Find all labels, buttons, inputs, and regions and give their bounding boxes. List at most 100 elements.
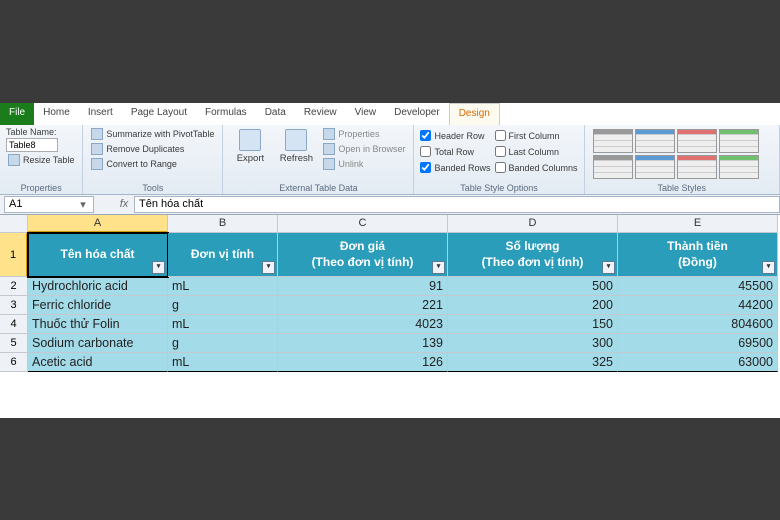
convert-range-button[interactable]: Convert to Range	[89, 157, 216, 171]
group-external: Export Refresh Properties Open in Browse…	[223, 125, 414, 194]
tab-file[interactable]: File	[0, 103, 34, 125]
tab-insert[interactable]: Insert	[79, 103, 122, 125]
header-cell-c[interactable]: Đơn giá(Theo đơn vị tính)▾	[278, 233, 448, 277]
style-thumb[interactable]	[635, 155, 675, 179]
tab-formulas[interactable]: Formulas	[196, 103, 256, 125]
cell[interactable]: g	[168, 334, 278, 353]
checkbox-icon[interactable]	[495, 130, 506, 141]
table-name-label: Table Name:	[6, 127, 76, 137]
header-cell-e[interactable]: Thành tiền(Đồng)▾	[618, 233, 778, 277]
header-cell-b[interactable]: Đơn vị tính▾	[168, 233, 278, 277]
row-header-4[interactable]: 4	[0, 315, 28, 334]
formula-input[interactable]: Tên hóa chất	[134, 196, 780, 213]
opt-banded-rows[interactable]: Banded Rows	[420, 161, 490, 175]
cell[interactable]: 45500	[618, 277, 778, 296]
header-cell-d[interactable]: Số lượng(Theo đơn vị tính)▾	[448, 233, 618, 277]
col-header-a[interactable]: A	[28, 215, 168, 233]
unlink-button[interactable]: Unlink	[321, 157, 407, 171]
tab-review[interactable]: Review	[295, 103, 346, 125]
row-header-1[interactable]: 1	[0, 233, 28, 277]
cell[interactable]: 4023	[278, 315, 448, 334]
chevron-down-icon[interactable]: ▾	[77, 198, 89, 211]
ext-properties-button[interactable]: Properties	[321, 127, 407, 141]
checkbox-icon[interactable]	[420, 162, 431, 173]
col-header-e[interactable]: E	[618, 215, 778, 233]
style-thumb[interactable]	[719, 155, 759, 179]
checkbox-icon[interactable]	[495, 162, 506, 173]
cell[interactable]: 91	[278, 277, 448, 296]
cell[interactable]: g	[168, 296, 278, 315]
tab-data[interactable]: Data	[256, 103, 295, 125]
checkbox-icon[interactable]	[420, 146, 431, 157]
opt-header-row[interactable]: Header Row	[420, 129, 490, 143]
fx-icon[interactable]: fx	[114, 198, 134, 210]
tab-developer[interactable]: Developer	[385, 103, 449, 125]
tab-view[interactable]: View	[346, 103, 386, 125]
table-name-input[interactable]	[6, 138, 58, 152]
row-header-6[interactable]: 6	[0, 353, 28, 372]
cell[interactable]: mL	[168, 315, 278, 334]
cell[interactable]: 804600	[618, 315, 778, 334]
cell[interactable]: Acetic acid	[28, 353, 168, 372]
filter-button[interactable]: ▾	[432, 261, 445, 274]
filter-button[interactable]: ▾	[152, 261, 165, 274]
cell[interactable]: Ferric chloride	[28, 296, 168, 315]
group-title-external: External Table Data	[229, 182, 407, 194]
style-thumb[interactable]	[677, 129, 717, 153]
checkbox-icon[interactable]	[420, 130, 431, 141]
style-thumb[interactable]	[677, 155, 717, 179]
group-title-styles: Table Styles	[591, 182, 773, 194]
cell[interactable]: 221	[278, 296, 448, 315]
worksheet-grid[interactable]: A B C D E 1 Tên hóa chất▾ Đơn vị tính▾ Đ…	[0, 215, 780, 418]
summarize-pivot-button[interactable]: Summarize with PivotTable	[89, 127, 216, 141]
cell[interactable]: Thuốc thử Folin	[28, 315, 168, 334]
tab-design[interactable]: Design	[449, 103, 500, 125]
filter-button[interactable]: ▾	[262, 261, 275, 274]
tab-page-layout[interactable]: Page Layout	[122, 103, 196, 125]
opt-first-column[interactable]: First Column	[495, 129, 578, 143]
group-title-tools: Tools	[89, 182, 216, 194]
cell[interactable]: mL	[168, 353, 278, 372]
col-header-b[interactable]: B	[168, 215, 278, 233]
col-header-c[interactable]: C	[278, 215, 448, 233]
cell[interactable]: 63000	[618, 353, 778, 372]
checkbox-icon[interactable]	[495, 146, 506, 157]
cell[interactable]: 150	[448, 315, 618, 334]
resize-table-button[interactable]: Resize Table	[6, 153, 76, 167]
cell[interactable]: 325	[448, 353, 618, 372]
header-cell-a[interactable]: Tên hóa chất▾	[28, 233, 168, 277]
cell[interactable]: 139	[278, 334, 448, 353]
row-header-5[interactable]: 5	[0, 334, 28, 353]
cell[interactable]: 69500	[618, 334, 778, 353]
filter-button[interactable]: ▾	[762, 261, 775, 274]
ribbon: Table Name: Resize Table Properties Summ…	[0, 125, 780, 195]
style-thumb[interactable]	[593, 155, 633, 179]
cell[interactable]: 200	[448, 296, 618, 315]
cell[interactable]: mL	[168, 277, 278, 296]
cell[interactable]: 44200	[618, 296, 778, 315]
cell[interactable]: Hydrochloric acid	[28, 277, 168, 296]
export-button[interactable]: Export	[229, 127, 271, 164]
cell[interactable]: Sodium carbonate	[28, 334, 168, 353]
refresh-button[interactable]: Refresh	[275, 127, 317, 164]
row-header-3[interactable]: 3	[0, 296, 28, 315]
cell[interactable]: 500	[448, 277, 618, 296]
cell[interactable]: 300	[448, 334, 618, 353]
style-thumb[interactable]	[719, 129, 759, 153]
opt-banded-columns[interactable]: Banded Columns	[495, 161, 578, 175]
tab-home[interactable]: Home	[34, 103, 79, 125]
remove-duplicates-button[interactable]: Remove Duplicates	[89, 142, 216, 156]
col-header-d[interactable]: D	[448, 215, 618, 233]
select-all-corner[interactable]	[0, 215, 28, 233]
row-header-2[interactable]: 2	[0, 277, 28, 296]
opt-total-row[interactable]: Total Row	[420, 145, 490, 159]
browser-icon	[323, 143, 335, 155]
cell[interactable]: 126	[278, 353, 448, 372]
open-browser-button[interactable]: Open in Browser	[321, 142, 407, 156]
filter-button[interactable]: ▾	[602, 261, 615, 274]
style-thumb[interactable]	[593, 129, 633, 153]
style-thumb[interactable]	[635, 129, 675, 153]
table-styles-gallery[interactable]	[591, 127, 761, 181]
opt-last-column[interactable]: Last Column	[495, 145, 578, 159]
name-box[interactable]: A1 ▾	[4, 196, 94, 213]
